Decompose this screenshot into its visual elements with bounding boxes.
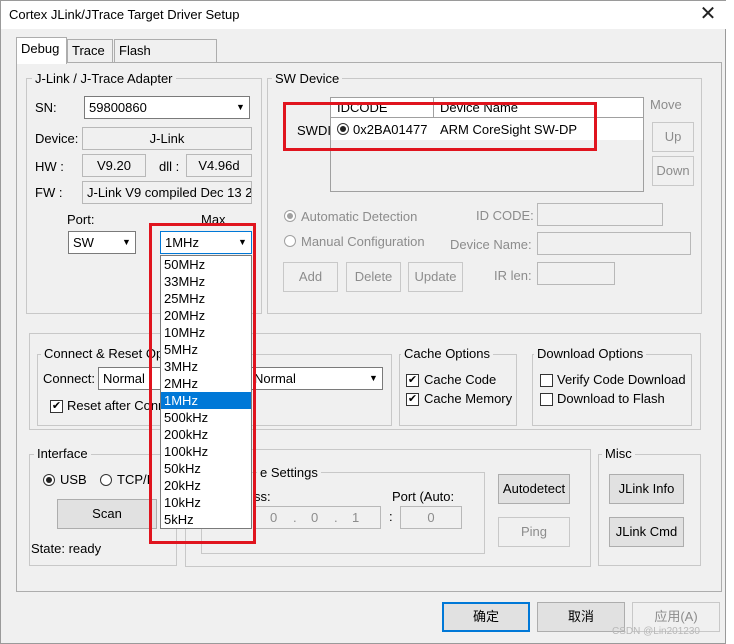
ok-button[interactable]: 确定: [442, 602, 530, 632]
dialog-window: Cortex JLink/JTrace Target Driver Setup …: [0, 0, 727, 644]
connect-reset-legend: Connect & Reset Op: [41, 346, 167, 361]
move-up-button[interactable]: Up: [652, 122, 694, 152]
highlight-box-device: [283, 102, 597, 151]
title-bar: Cortex JLink/JTrace Target Driver Setup …: [1, 1, 727, 29]
sw-device-legend: SW Device: [272, 71, 343, 86]
interface-legend: Interface: [34, 446, 91, 461]
watermark: CSDN @Lin201230: [612, 626, 700, 637]
cache-options-legend: Cache Options: [401, 346, 493, 361]
fw-label: FW :: [35, 185, 63, 200]
cache-code-label: Cache Code: [424, 372, 497, 387]
verify-download-label: Verify Code Download: [557, 372, 686, 387]
download-to-flash-label: Download to Flash: [557, 391, 665, 406]
hw-label: HW :: [35, 159, 64, 174]
id-code-label: ID CODE:: [476, 208, 534, 223]
device-field: J-Link: [82, 127, 252, 150]
ip-part-3: 0: [311, 510, 319, 525]
id-code-field[interactable]: [537, 203, 663, 226]
usb-radio[interactable]: [43, 474, 55, 486]
jlink-cmd-button[interactable]: JLink Cmd: [609, 517, 684, 547]
ip-dot: .: [334, 510, 338, 525]
download-options-group: [532, 354, 692, 426]
port-label: Port:: [67, 212, 95, 227]
ip-address-label: ss:: [254, 489, 271, 504]
connect-label: Connect:: [43, 371, 96, 386]
auto-detect-label: Automatic Detection: [301, 209, 418, 224]
ip-dot: .: [293, 510, 297, 525]
move-label: Move: [650, 97, 682, 112]
tab-flash-download[interactable]: Flash Download: [114, 39, 217, 80]
manual-config-radio[interactable]: [284, 235, 296, 247]
fw-field: J-Link V9 compiled Dec 13 2: [82, 181, 252, 204]
tcpip-settings-legend: e Settings: [257, 465, 321, 480]
ip-part-4: 1: [352, 510, 360, 525]
tcpip-radio[interactable]: [100, 474, 112, 486]
chevron-down-icon: ▼: [232, 97, 249, 118]
adapter-legend: J-Link / J-Trace Adapter: [32, 71, 176, 86]
update-button[interactable]: Update: [408, 262, 463, 292]
device-name-field[interactable]: [537, 232, 691, 255]
port-value: SW: [73, 235, 94, 250]
download-options-legend: Download Options: [534, 346, 647, 361]
auto-detect-radio[interactable]: [284, 210, 296, 222]
cache-code-checkbox[interactable]: ✔: [406, 374, 419, 387]
sn-value: 59800860: [89, 100, 147, 115]
dll-label: dll :: [159, 159, 180, 174]
add-button[interactable]: Add: [283, 262, 338, 292]
autodetect-button[interactable]: Autodetect: [498, 474, 570, 504]
dll-field: V4.96d: [186, 154, 252, 177]
jlink-info-button[interactable]: JLink Info: [609, 474, 684, 504]
ir-len-field[interactable]: [537, 262, 615, 285]
reset-select[interactable]: Normal ▼: [249, 367, 383, 390]
device-label: Device:: [35, 131, 79, 146]
device-name-label: Device Name:: [450, 237, 532, 252]
ip-address-field[interactable]: 0 . 0 . 1: [253, 506, 381, 529]
highlight-box-max-clock: [149, 223, 256, 544]
reset-value: Normal: [254, 371, 296, 386]
usb-label: USB: [60, 472, 87, 487]
tab-debug[interactable]: Debug: [16, 37, 67, 64]
tcpip-label: TCP/I: [117, 472, 151, 487]
delete-button[interactable]: Delete: [346, 262, 401, 292]
close-icon[interactable]: ✕: [693, 1, 723, 28]
port-select[interactable]: SW ▼: [68, 231, 136, 254]
scan-button[interactable]: Scan: [57, 499, 157, 529]
state-label: State: ready: [31, 541, 102, 556]
cache-options-group: [399, 354, 517, 426]
window-title: Cortex JLink/JTrace Target Driver Setup: [9, 7, 240, 22]
download-to-flash-checkbox[interactable]: [540, 393, 553, 406]
tcp-port-field[interactable]: 0: [400, 506, 462, 529]
misc-group: [598, 454, 701, 566]
colon-separator: :: [389, 509, 393, 524]
tab-trace[interactable]: Trace: [67, 39, 113, 63]
ir-len-label: IR len:: [494, 268, 532, 283]
misc-legend: Misc: [602, 446, 635, 461]
cache-memory-checkbox[interactable]: ✔: [406, 393, 419, 406]
manual-config-label: Manual Configuration: [301, 234, 425, 249]
chevron-down-icon: ▼: [118, 232, 135, 253]
sn-label: SN:: [35, 100, 57, 115]
cache-memory-label: Cache Memory: [424, 391, 513, 406]
port-auto-label: Port (Auto:: [392, 489, 455, 504]
verify-download-checkbox[interactable]: [540, 374, 553, 387]
ping-button[interactable]: Ping: [498, 517, 570, 547]
move-down-button[interactable]: Down: [652, 156, 694, 186]
sn-select[interactable]: 59800860 ▼: [84, 96, 250, 119]
reset-after-connect-checkbox[interactable]: ✔: [50, 400, 63, 413]
chevron-down-icon: ▼: [365, 368, 382, 389]
hw-field: V9.20: [82, 154, 146, 177]
connect-value: Normal: [103, 371, 145, 386]
ip-part-2: 0: [270, 510, 278, 525]
